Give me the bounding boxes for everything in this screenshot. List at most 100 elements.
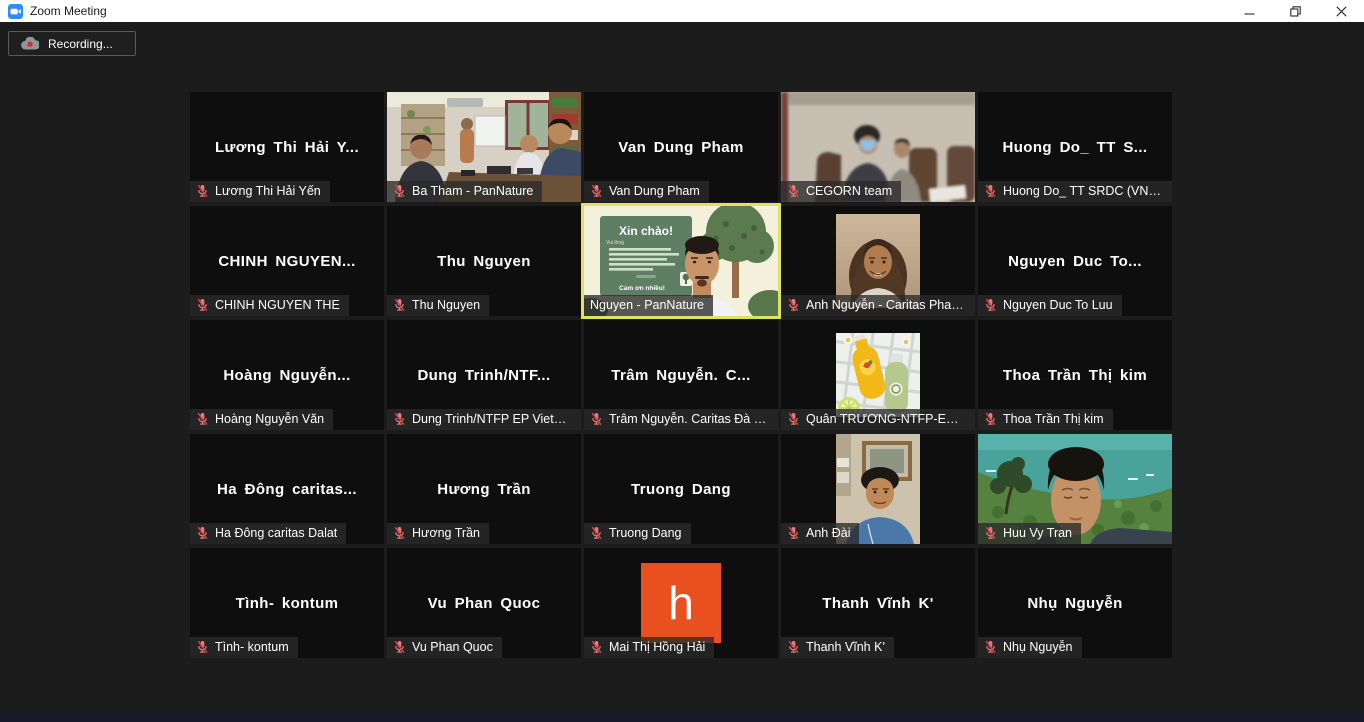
participant-name-label: Trâm Nguyễn. Caritas Đà Lạt bbox=[609, 412, 769, 426]
participant-name-label: Thoa Trần Thị kim bbox=[1003, 412, 1104, 426]
participant-name-label: Lương Thi Hải Yến bbox=[215, 184, 321, 198]
participant-tile[interactable]: Anh Đài bbox=[781, 434, 975, 544]
participant-tile[interactable]: CEGORN team bbox=[781, 92, 975, 202]
participant-nameplate: Thoa Trần Thị kim bbox=[978, 409, 1113, 430]
participant-nameplate: Hoàng Nguyễn Văn bbox=[190, 409, 333, 430]
participant-nameplate: CEGORN team bbox=[781, 181, 901, 202]
participant-tile[interactable]: Thanh Vĩnh K'Thanh Vĩnh K' bbox=[781, 548, 975, 658]
participant-name-label: Huu Vy Tran bbox=[1003, 526, 1072, 540]
participant-tile[interactable]: Nguyen Duc To...Nguyen Duc To Luu bbox=[978, 206, 1172, 316]
participant-tile[interactable]: Nhụ NguyễnNhụ Nguyễn bbox=[978, 548, 1172, 658]
mic-muted-icon bbox=[590, 412, 603, 426]
participant-nameplate: Vu Phan Quoc bbox=[387, 637, 502, 658]
participant-name-label: Ha Đông caritas Dalat bbox=[215, 526, 337, 540]
participant-tile[interactable]: Hoàng Nguyễn...Hoàng Nguyễn Văn bbox=[190, 320, 384, 430]
participant-name-label: Hoàng Nguyễn Văn bbox=[215, 412, 324, 426]
participant-tile[interactable]: Dung Trinh/NTF...Dung Trinh/NTFP EP Viet… bbox=[387, 320, 581, 430]
participant-name-label: CEGORN team bbox=[806, 184, 892, 198]
mic-muted-icon bbox=[787, 184, 800, 198]
mic-muted-icon bbox=[590, 184, 603, 198]
participant-nameplate: Thanh Vĩnh K' bbox=[781, 637, 894, 658]
participant-nameplate: Mai Thị Hồng Hải bbox=[584, 637, 714, 658]
mic-muted-icon bbox=[984, 412, 997, 426]
participant-name-label: Huong Do_ TT SRDC (VNUF) bbox=[1003, 184, 1163, 198]
participant-tile[interactable]: CHINH NGUYEN...CHINH NGUYEN THE bbox=[190, 206, 384, 316]
zoom-app-icon bbox=[8, 4, 23, 19]
participant-name-label: Quân TRƯƠNG-NTFP-EP VN bbox=[806, 412, 966, 426]
participant-nameplate: Hương Trần bbox=[387, 523, 489, 544]
participant-name-label: Ba Tham - PanNature bbox=[412, 184, 533, 198]
participant-nameplate: Van Dung Pham bbox=[584, 181, 709, 202]
mic-muted-icon bbox=[787, 298, 800, 312]
participant-name-label: Dung Trinh/NTFP EP Vietnam bbox=[412, 412, 572, 426]
participant-name-label: Vu Phan Quoc bbox=[412, 640, 493, 654]
mic-muted-icon bbox=[196, 640, 209, 654]
letter-avatar: h bbox=[641, 563, 721, 643]
participant-tile[interactable]: Thoa Trần Thị kimThoa Trần Thị kim bbox=[978, 320, 1172, 430]
participant-tile[interactable]: hMai Thị Hồng Hải bbox=[584, 548, 778, 658]
participant-grid: Lương Thi Hải Y...Lương Thi Hải Yến Ba Th… bbox=[190, 92, 1172, 658]
participant-name-label: Anh Nguyễn - Caritas Phan... bbox=[806, 298, 966, 312]
mic-muted-icon bbox=[787, 412, 800, 426]
participant-tile[interactable]: Vu Phan QuocVu Phan Quoc bbox=[387, 548, 581, 658]
participant-tile[interactable]: Ha Đông caritas...Ha Đông caritas Dalat bbox=[190, 434, 384, 544]
titlebar: Zoom Meeting bbox=[0, 0, 1364, 22]
recording-indicator[interactable]: Recording... bbox=[8, 31, 136, 56]
participant-name-label: Nhụ Nguyễn bbox=[1003, 640, 1073, 654]
participant-nameplate: Huong Do_ TT SRDC (VNUF) bbox=[978, 181, 1172, 202]
participant-tile[interactable]: Quân TRƯƠNG-NTFP-EP VN bbox=[781, 320, 975, 430]
participant-tile[interactable]: Thu NguyenThu Nguyen bbox=[387, 206, 581, 316]
participant-nameplate: Quân TRƯƠNG-NTFP-EP VN bbox=[781, 409, 975, 430]
mic-muted-icon bbox=[984, 184, 997, 198]
participant-tile[interactable]: Anh Nguyễn - Caritas Phan... bbox=[781, 206, 975, 316]
participant-tile[interactable]: Xin chào!Vui lòngCảm ơn nhiều!Nguyen - P… bbox=[584, 206, 778, 316]
participant-nameplate: Tình- kontum bbox=[190, 637, 298, 658]
minimize-button[interactable] bbox=[1226, 0, 1272, 22]
mic-muted-icon bbox=[787, 640, 800, 654]
mic-muted-icon bbox=[984, 640, 997, 654]
participant-nameplate: Anh Nguyễn - Caritas Phan... bbox=[781, 295, 975, 316]
participant-name-label: Anh Đài bbox=[806, 526, 850, 540]
participant-name-label: Thanh Vĩnh K' bbox=[806, 640, 885, 654]
mic-muted-icon bbox=[984, 526, 997, 540]
participant-tile[interactable]: Truong DangTruong Dang bbox=[584, 434, 778, 544]
participant-name-label: Thu Nguyen bbox=[412, 298, 480, 312]
participant-nameplate: Ba Tham - PanNature bbox=[387, 181, 542, 202]
participant-tile[interactable]: Huu Vy Tran bbox=[978, 434, 1172, 544]
participant-name-label: Mai Thị Hồng Hải bbox=[609, 640, 705, 654]
svg-text:Vui lòng: Vui lòng bbox=[606, 240, 624, 246]
participant-tile[interactable]: Trâm Nguyễn. C...Trâm Nguyễn. Caritas Đà… bbox=[584, 320, 778, 430]
participant-tile[interactable]: Huong Do_ TT S...Huong Do_ TT SRDC (VNUF… bbox=[978, 92, 1172, 202]
participant-name-label: Nguyen Duc To Luu bbox=[1003, 298, 1113, 312]
close-button[interactable] bbox=[1318, 0, 1364, 22]
participant-nameplate: Trâm Nguyễn. Caritas Đà Lạt bbox=[584, 409, 778, 430]
recording-cloud-icon bbox=[21, 37, 39, 50]
participant-name-label: Hương Trần bbox=[412, 526, 480, 540]
svg-text:Xin chào!: Xin chào! bbox=[619, 224, 673, 238]
participant-nameplate: CHINH NGUYEN THE bbox=[190, 295, 349, 316]
participant-name-label: Tình- kontum bbox=[215, 640, 289, 654]
mic-muted-icon bbox=[984, 298, 997, 312]
bottom-strip bbox=[0, 712, 1364, 722]
mic-muted-icon bbox=[393, 298, 406, 312]
participant-name-label: CHINH NGUYEN THE bbox=[215, 298, 340, 312]
mic-muted-icon bbox=[393, 526, 406, 540]
participant-name-label: Van Dung Pham bbox=[609, 184, 700, 198]
participant-tile[interactable]: Ba Tham - PanNature bbox=[387, 92, 581, 202]
participant-nameplate: Huu Vy Tran bbox=[978, 523, 1081, 544]
participant-tile[interactable]: Tình- kontumTình- kontum bbox=[190, 548, 384, 658]
participant-name-label: Truong Dang bbox=[609, 526, 682, 540]
participant-nameplate: Dung Trinh/NTFP EP Vietnam bbox=[387, 409, 581, 430]
participant-tile[interactable]: Lương Thi Hải Y...Lương Thi Hải Yến bbox=[190, 92, 384, 202]
participant-nameplate: Lương Thi Hải Yến bbox=[190, 181, 330, 202]
participant-tile[interactable]: Van Dung PhamVan Dung Pham bbox=[584, 92, 778, 202]
mic-muted-icon bbox=[196, 526, 209, 540]
mic-muted-icon bbox=[590, 640, 603, 654]
participant-nameplate: Nguyen - PanNature bbox=[584, 295, 713, 316]
participant-nameplate: Anh Đài bbox=[781, 523, 859, 544]
participant-nameplate: Thu Nguyen bbox=[387, 295, 489, 316]
restore-button[interactable] bbox=[1272, 0, 1318, 22]
mic-muted-icon bbox=[590, 526, 603, 540]
participant-tile[interactable]: Hương TrầnHương Trần bbox=[387, 434, 581, 544]
participant-nameplate: Truong Dang bbox=[584, 523, 691, 544]
